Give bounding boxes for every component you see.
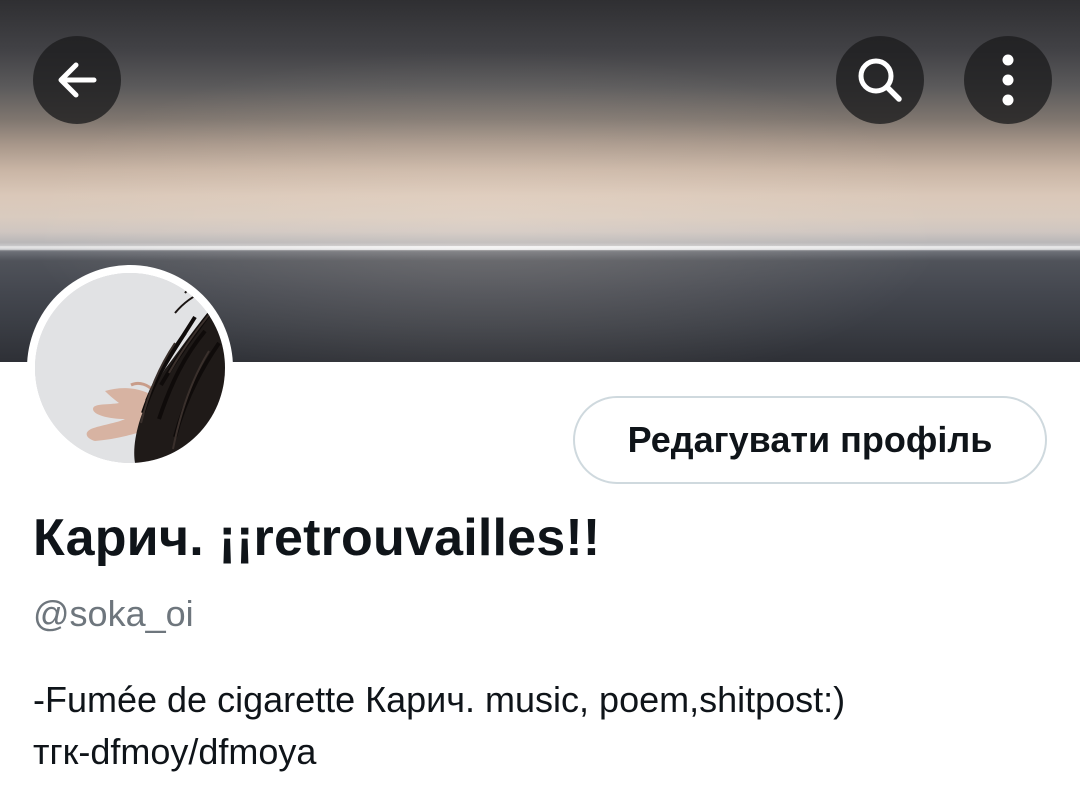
profile-bio: -Fumée de cigarette Карич. music, poem,s… — [33, 674, 1043, 778]
avatar[interactable] — [27, 265, 233, 471]
bio-line-1: -Fumée de cigarette Карич. music, poem,s… — [33, 679, 846, 720]
avatar-photo — [35, 273, 225, 463]
edit-profile-button[interactable]: Редагувати профіль — [573, 396, 1047, 484]
edit-profile-button-label: Редагувати профіль — [627, 419, 993, 460]
profile-page: Редагувати профіль Карич. ¡¡retrouvaille… — [0, 0, 1080, 809]
bio-line-2: тгк-dfmoy/dfmoya — [33, 731, 317, 772]
profile-display-name: Карич. ¡¡retrouvailles!! — [33, 509, 601, 567]
more-options-button[interactable] — [964, 36, 1052, 124]
search-icon — [853, 53, 907, 107]
profile-handle: @soka_oi — [33, 593, 194, 634]
more-vertical-icon — [998, 52, 1018, 108]
back-button[interactable] — [33, 36, 121, 124]
search-button[interactable] — [836, 36, 924, 124]
banner-horizon-line — [0, 246, 1080, 250]
arrow-left-icon — [52, 55, 102, 105]
